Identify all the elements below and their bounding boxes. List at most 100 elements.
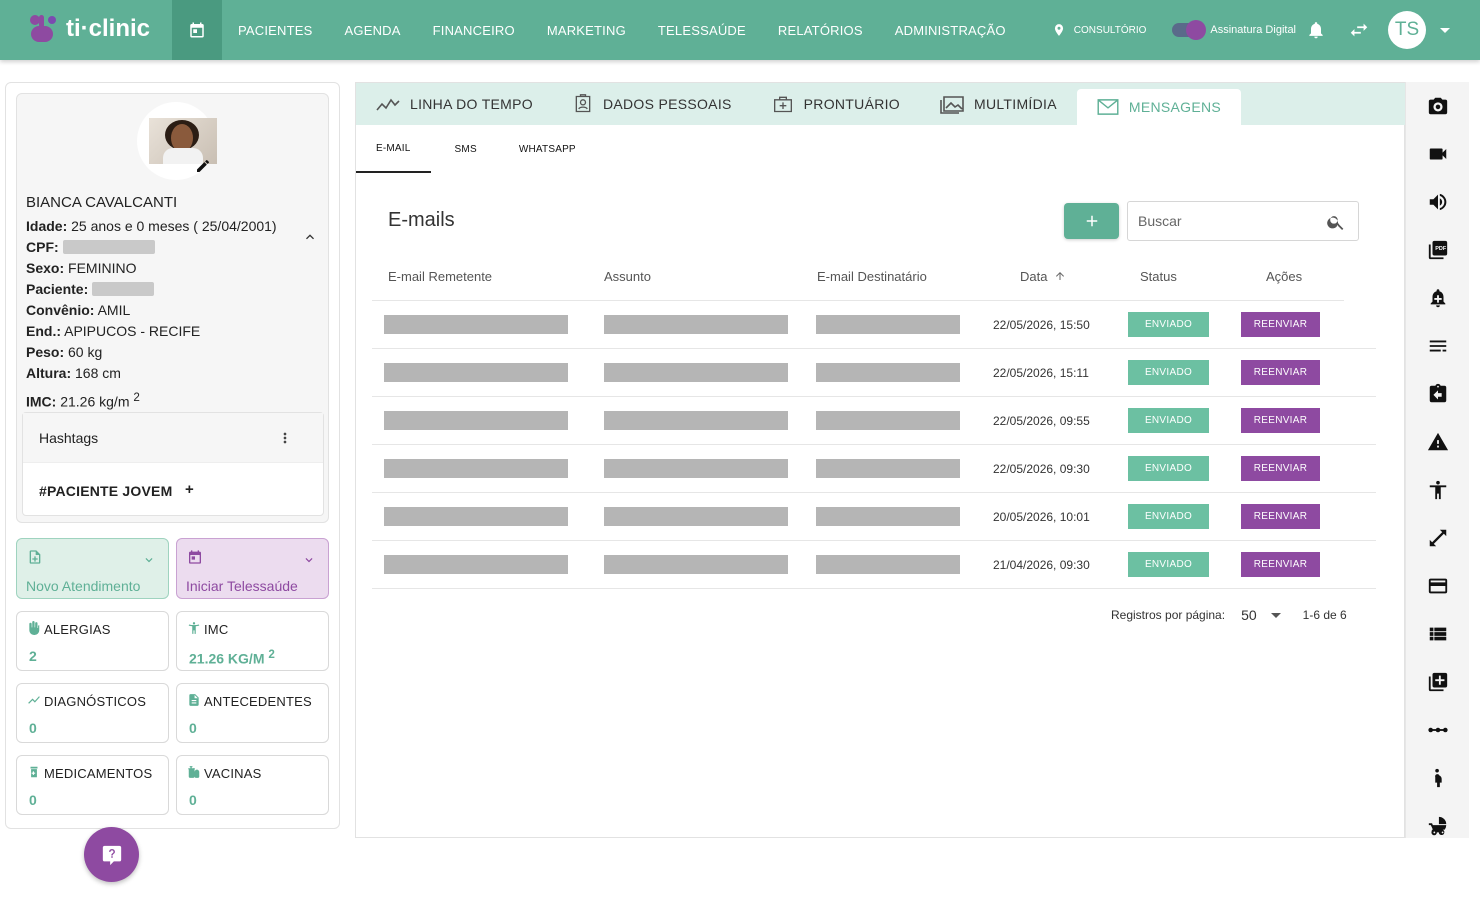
bell-icon[interactable] [1306, 19, 1326, 41]
hashtags-title: Hashtags [39, 429, 99, 446]
resend-button[interactable]: REENVIAR [1241, 552, 1320, 577]
address-label: End.: [26, 323, 61, 339]
sex-value: FEMININO [64, 260, 137, 276]
timeline-icon [376, 98, 400, 111]
table-row[interactable]: 22/05/2026, 09:30 ENVIADO REENVIAR [372, 445, 1376, 493]
document-icon [189, 694, 199, 706]
notes-icon[interactable] [1426, 334, 1450, 358]
pdf-icon[interactable]: PDF [1426, 238, 1450, 262]
medications-card[interactable]: MEDICAMENTOS 0 [16, 755, 169, 815]
list-icon[interactable] [1426, 622, 1450, 646]
row-date: 22/05/2026, 09:30 [993, 462, 1090, 476]
col-date[interactable]: Data [1020, 269, 1066, 284]
add-hashtag-button[interactable]: + [185, 481, 194, 498]
status-badge: ENVIADO [1128, 312, 1209, 337]
rows-per-page-caret-icon[interactable] [1270, 612, 1281, 618]
col-subject[interactable]: Assunto [604, 269, 651, 284]
start-telehealth-label: Iniciar Telessaúde [186, 578, 298, 594]
new-visit-button[interactable]: Novo Atendimento [16, 538, 169, 599]
logo-text: ti·clinic [66, 15, 151, 42]
video-icon[interactable] [1426, 142, 1450, 166]
more-icon[interactable] [1426, 718, 1450, 742]
diagnoses-card[interactable]: DIAGNÓSTICOS 0 [16, 683, 169, 743]
col-status[interactable]: Status [1140, 269, 1177, 284]
row-date: 22/05/2026, 15:50 [993, 318, 1090, 332]
vaccines-card[interactable]: VACINAS 0 [176, 755, 329, 815]
nav-marketing[interactable]: MARKETING [531, 23, 642, 38]
search-input[interactable] [1138, 211, 1318, 231]
warning-icon[interactable] [1426, 430, 1450, 454]
hashtag-chip[interactable]: #PACIENTE JOVEM [39, 483, 172, 499]
recipient-redacted [816, 507, 960, 526]
resend-button[interactable]: REENVIAR [1241, 360, 1320, 385]
app-logo[interactable]: ti·clinic [26, 12, 150, 46]
address-row: End.: APIPUCOS - RECIFE [26, 321, 277, 342]
resend-button[interactable]: REENVIAR [1241, 312, 1320, 337]
nav-pacientes[interactable]: PACIENTES [222, 23, 329, 38]
nav-relatorios[interactable]: RELATÓRIOS [762, 23, 879, 38]
nav-financeiro[interactable]: FINANCEIRO [417, 23, 531, 38]
history-card[interactable]: ANTECEDENTES 0 [176, 683, 329, 743]
edit-photo-icon[interactable] [195, 158, 211, 174]
col-sender[interactable]: E-mail Remetente [388, 269, 492, 284]
resend-button[interactable]: REENVIAR [1241, 504, 1320, 529]
calendar-icon [189, 550, 201, 564]
add-email-button[interactable] [1064, 203, 1119, 239]
location-selector[interactable]: CONSULTÓRIO [1052, 22, 1147, 38]
tab-medical-record[interactable]: PRONTUÁRIO [752, 83, 920, 125]
subtab-sms[interactable]: SMS [431, 125, 499, 173]
pregnant-icon[interactable] [1426, 766, 1450, 790]
resend-button[interactable]: REENVIAR [1241, 408, 1320, 433]
bmi-card[interactable]: IMC 21.26 KG/M 2 [176, 611, 329, 671]
sex-row: Sexo: FEMININO [26, 258, 277, 279]
calendar-nav-button[interactable] [172, 0, 222, 60]
clipboard-icon[interactable] [1426, 382, 1450, 406]
table-row[interactable]: 20/05/2026, 10:01 ENVIADO REENVIAR [372, 493, 1376, 541]
subtab-email[interactable]: E-MAIL [356, 125, 431, 173]
nav-telessaude[interactable]: TELESSAÚDE [642, 23, 762, 38]
medications-title: MEDICAMENTOS [44, 766, 153, 781]
subtab-whatsapp[interactable]: WHATSAPP [499, 125, 596, 173]
search-icon[interactable] [1326, 212, 1346, 232]
table-row[interactable]: 22/05/2026, 15:50 ENVIADO REENVIAR [372, 301, 1376, 349]
col-recipient[interactable]: E-mail Destinatário [817, 269, 927, 284]
add-box-icon[interactable] [1426, 670, 1450, 694]
resize-icon[interactable] [1426, 526, 1450, 550]
bmi-card-sup: 2 [268, 648, 275, 661]
table-row[interactable]: 22/05/2026, 09:55 ENVIADO REENVIAR [372, 397, 1376, 445]
subject-redacted [604, 555, 788, 574]
collapse-chevron-icon[interactable] [302, 229, 318, 245]
accessibility-icon[interactable] [1426, 478, 1450, 502]
new-visit-label: Novo Atendimento [26, 578, 141, 594]
alarm-add-icon[interactable] [1426, 286, 1450, 310]
volume-icon[interactable] [1426, 190, 1450, 214]
location-label: CONSULTÓRIO [1073, 24, 1147, 36]
swap-icon[interactable] [1348, 19, 1370, 41]
subject-redacted [604, 411, 788, 430]
allergies-card[interactable]: ALERGIAS 2 [16, 611, 169, 671]
user-menu-caret-icon[interactable] [1440, 27, 1450, 33]
signature-toggle[interactable] [1172, 20, 1207, 40]
start-telehealth-button[interactable]: Iniciar Telessaúde [176, 538, 329, 599]
resend-button[interactable]: REENVIAR [1241, 456, 1320, 481]
sender-redacted [384, 411, 568, 430]
plus-icon [1086, 215, 1097, 227]
nav-administracao[interactable]: ADMINISTRAÇÃO [879, 23, 1022, 38]
table-row[interactable]: 22/05/2026, 15:11 ENVIADO REENVIAR [372, 349, 1376, 397]
stroller-icon[interactable] [1426, 814, 1450, 838]
nav-agenda[interactable]: AGENDA [329, 23, 417, 38]
height-label: Altura: [26, 365, 72, 381]
card-icon[interactable] [1426, 574, 1450, 598]
table-row[interactable]: 21/04/2026, 09:30 ENVIADO REENVIAR [372, 541, 1376, 589]
recipient-redacted [816, 555, 960, 574]
user-avatar[interactable]: TS [1388, 11, 1426, 49]
tab-timeline[interactable]: LINHA DO TEMPO [356, 83, 553, 125]
tab-personal-data[interactable]: DADOS PESSOAIS [553, 83, 752, 125]
tab-multimedia[interactable]: MULTIMÍDIA [920, 83, 1077, 125]
hashtags-menu-icon[interactable] [277, 430, 293, 446]
camera-icon[interactable] [1426, 94, 1450, 118]
tab-personal-data-label: DADOS PESSOAIS [602, 96, 732, 112]
help-button[interactable] [84, 827, 139, 882]
rows-per-page-select[interactable]: 50 [1241, 607, 1257, 623]
tab-messages[interactable]: MENSAGENS [1076, 89, 1242, 125]
